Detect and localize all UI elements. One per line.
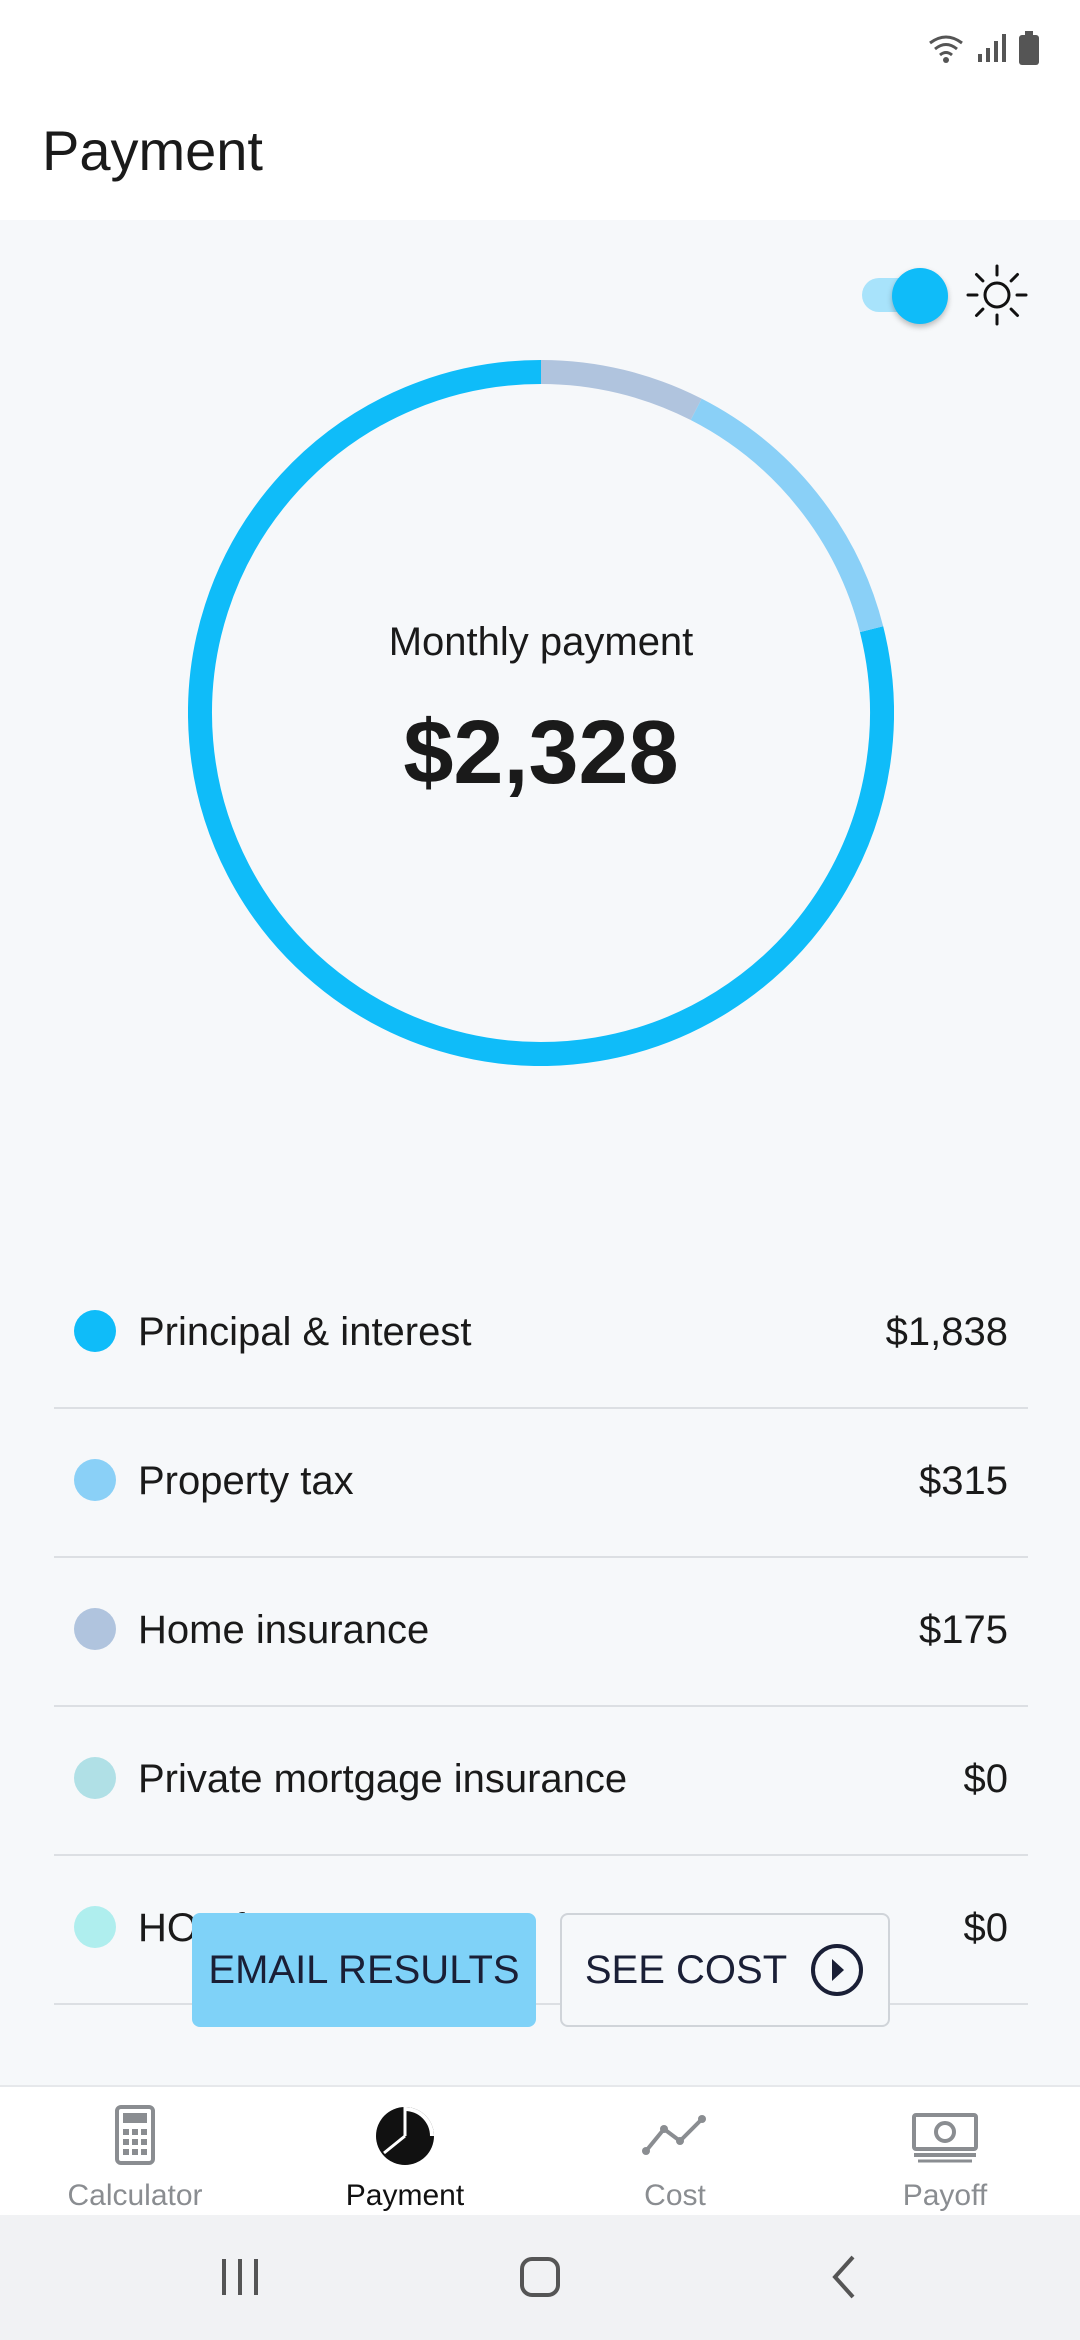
nav-label-payoff: Payoff (902, 2179, 988, 2212)
see-cost-button[interactable]: SEE COST (560, 1913, 890, 2027)
breakdown-row-home-insurance: Home insurance $175 (54, 1558, 1028, 1707)
property-tax-label: Property tax (138, 1459, 354, 1503)
status-bar (0, 0, 1080, 90)
payment-breakdown-list: Principal & interest $1,838 Property tax… (54, 1260, 1028, 2005)
breakdown-row-pmi: Private mortgage insurance $0 (54, 1707, 1028, 1856)
pmi-value: $0 (963, 1757, 1009, 1801)
see-cost-label: SEE COST (584, 1947, 788, 1992)
home-insurance-dot (74, 1608, 116, 1650)
pmi-label: Private mortgage insurance (138, 1757, 628, 1801)
money-icon (912, 2113, 978, 2163)
nav-label-calculator: Calculator (67, 2179, 203, 2212)
home-insurance-label: Home insurance (138, 1608, 430, 1652)
wifi-icon (929, 35, 963, 63)
calculator-icon (115, 2105, 155, 2165)
principal-interest-label: Principal & interest (138, 1310, 472, 1354)
nav-label-payment: Payment (345, 2179, 465, 2212)
monthly-payment-label: Monthly payment (388, 620, 694, 664)
donut-segment-1 (690, 398, 884, 633)
breakdown-row-principal-interest: Principal & interest $1,838 (54, 1260, 1028, 1409)
breakdown-row-property-tax: Property tax $315 (54, 1409, 1028, 1558)
app-bar: Payment (0, 90, 1080, 220)
property-tax-dot (74, 1459, 116, 1501)
nav-item-cost[interactable]: Cost (540, 2087, 810, 2217)
home-icon[interactable] (510, 2247, 570, 2307)
sun-icon (966, 264, 1028, 326)
theme-toggle[interactable] (862, 268, 948, 324)
nav-item-payoff[interactable]: Payoff (810, 2087, 1080, 2217)
main-content: Monthly payment $2,328 Principal & inter… (0, 220, 1080, 2085)
hoa-fees-dot (74, 1906, 116, 1948)
email-results-label: EMAIL RESULTS (208, 1947, 520, 1992)
back-icon[interactable] (815, 2247, 875, 2307)
donut-segment-2 (540, 360, 702, 421)
system-navigation-bar (0, 2215, 1080, 2340)
pie-chart-icon (376, 2107, 434, 2165)
nav-label-cost: Cost (644, 2179, 706, 2212)
hoa-fees-value: $0 (963, 1906, 1009, 1950)
monthly-payment-value: $2,328 (403, 703, 679, 803)
nav-item-payment[interactable]: Payment (270, 2087, 540, 2217)
signal-icon (978, 34, 1006, 62)
recent-apps-icon[interactable] (210, 2247, 270, 2307)
email-results-button[interactable]: EMAIL RESULTS (192, 1913, 536, 2027)
play-circle-icon (811, 1944, 864, 1996)
property-tax-value: $315 (919, 1459, 1008, 1503)
toggle-thumb (892, 268, 948, 324)
page-title: Payment (42, 119, 263, 182)
principal-interest-dot (74, 1310, 116, 1352)
pmi-dot (74, 1757, 116, 1799)
battery-icon (1019, 31, 1039, 65)
status-icons (926, 28, 1040, 68)
home-insurance-value: $175 (919, 1608, 1008, 1652)
principal-interest-value: $1,838 (885, 1310, 1008, 1354)
line-chart-icon (642, 2115, 706, 2155)
bottom-navigation: Calculator Payment Cost Payoff (0, 2085, 1080, 2217)
nav-item-calculator[interactable]: Calculator (0, 2087, 270, 2217)
